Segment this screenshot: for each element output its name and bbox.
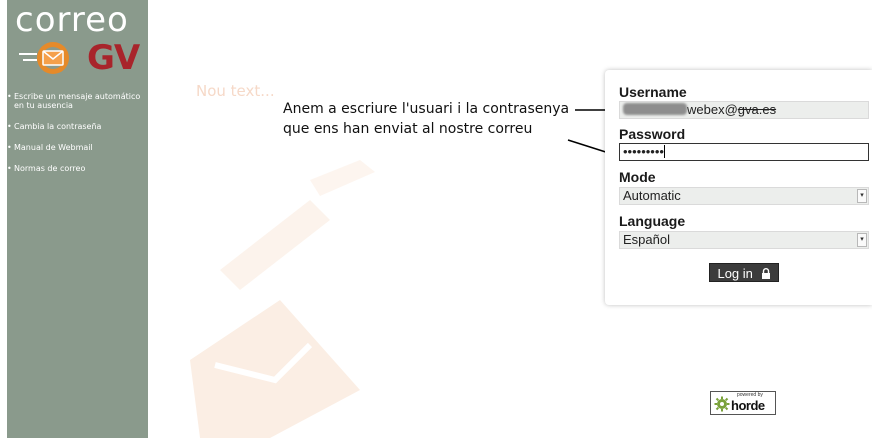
sidebar-item-mail-rules[interactable]: • Normas de correo (7, 164, 148, 173)
lock-icon (761, 268, 770, 279)
sidebar-item-webmail-manual[interactable]: • Manual de Webmail (7, 143, 148, 152)
gear-icon (714, 396, 730, 412)
mail-icon (19, 42, 69, 74)
sidebar-links: • Escribe un mensaje automático en tu ause… (7, 92, 148, 185)
language-value: Español (623, 232, 670, 247)
correo-gv-logo[interactable]: correo GV (7, 0, 148, 84)
horde-brand-text: horde (731, 398, 765, 413)
password-value: ••••••••• (623, 144, 664, 159)
sidebar-item-auto-reply[interactable]: • Escribe un mensaje automático en tu ause… (7, 92, 148, 110)
login-button-label: Log in (717, 266, 753, 281)
username-label: Username (619, 84, 687, 100)
sidebar: correo GV • Escribe un mensaje automático… (7, 0, 148, 438)
text-cursor (663, 145, 665, 158)
password-input[interactable]: ••••••••• (619, 143, 869, 161)
username-value-domain: gva.es (737, 102, 777, 117)
annotation-line-2: que ens han enviat al nostre correu (283, 121, 533, 137)
mode-select[interactable]: Automatic ▾ (619, 187, 869, 205)
logo-correo-text: correo (15, 0, 129, 40)
language-label: Language (619, 213, 686, 229)
logo-gv-text: GV (87, 38, 140, 78)
sidebar-item-label: Escribe un mensaje automático (14, 92, 141, 101)
language-select[interactable]: Español ▾ (619, 231, 869, 249)
mode-value: Automatic (623, 188, 681, 203)
username-input[interactable]: webex@gva.es (619, 101, 869, 119)
username-value-suffix: webex@ (687, 102, 738, 117)
redacted-username (623, 103, 687, 115)
login-panel: Username webex@gva.es Password •••••••••… (605, 70, 872, 305)
mode-label: Mode (619, 169, 656, 185)
sidebar-item-label-line2: en tu ausencia (14, 101, 73, 110)
sidebar-item-label: Manual de Webmail (14, 143, 93, 152)
chevron-down-icon[interactable]: ▾ (857, 233, 867, 247)
annotation-line-1: Anem a escriure l'usuari i la contraseny… (283, 101, 570, 117)
sidebar-item-label: Normas de correo (14, 164, 86, 173)
background-mail-watermark (190, 160, 375, 438)
password-label: Password (619, 126, 686, 142)
sidebar-item-label: Cambia la contraseña (14, 122, 102, 131)
chevron-down-icon[interactable]: ▾ (857, 189, 867, 203)
placeholder-text[interactable]: Nou text... (196, 82, 275, 100)
login-button[interactable]: Log in (709, 263, 779, 282)
sidebar-item-change-password[interactable]: • Cambia la contraseña (7, 122, 148, 131)
horde-powered-badge[interactable]: powered by horde (710, 391, 776, 415)
